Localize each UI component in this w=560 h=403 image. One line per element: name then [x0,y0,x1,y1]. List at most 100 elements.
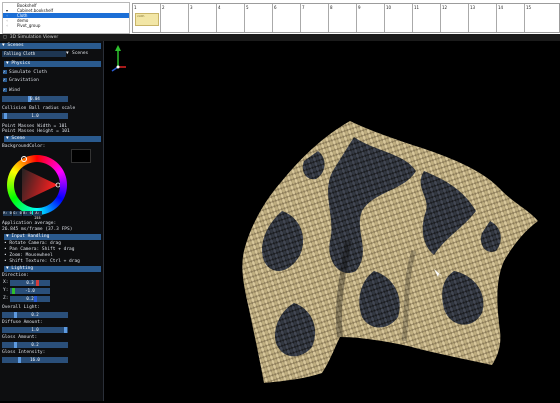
cloth-render[interactable] [104,41,560,401]
physics-header-label: Physics [11,61,31,66]
timeline-frame[interactable]: 6 [273,4,301,32]
scene-header[interactable]: ▼ Scene [4,136,101,142]
scene-select[interactable]: Falling Cloth [2,51,66,57]
fps-text: 26.845 ms/frame (37.3 FPS) [2,227,73,232]
timeline-frame[interactable]: 15 [525,4,558,32]
x-axis-label: X: [3,280,9,285]
scene-select-label: Scenes [72,51,89,56]
timeline-frame[interactable]: 13 [469,4,497,32]
frame-number: 13 [470,5,476,10]
bookshelf-bar: Bookshelf ▾ Cabinet.bookshelf ◦ Cloth ◦ dem… [0,0,560,35]
rgba-inputs: R: 0 G: 0 B: 0 A: 255 [3,211,67,220]
scene-select-arrow-icon[interactable]: ▼ [66,51,69,56]
wind-checkbox[interactable] [3,87,7,92]
background-color-label: BackgroundColor: [2,144,46,149]
gloss-intensity-slider[interactable]: 16.0 [2,357,68,363]
scene-header-label: Scene [11,136,25,141]
point-height-text: Point Masses Height = 101 [2,129,70,134]
outline-tree[interactable]: Bookshelf ▾ Cabinet.bookshelf ◦ Cloth ◦ dem… [2,2,130,34]
frame-number: 14 [498,5,504,10]
simulate-cloth-checkbox[interactable] [3,69,7,74]
timeline[interactable]: 1 cloth 2 3 4 5 6 7 8 9 10 11 12 13 14 1… [132,3,560,33]
simulate-cloth-label: Simulate Cloth [9,70,47,75]
timeline-frame[interactable]: 14 [497,4,525,32]
frame-number: 8 [330,5,333,10]
timeline-frame[interactable]: 2 [161,4,189,32]
direction-z-slider[interactable]: 0.2 [10,296,50,302]
frame-number: 10 [386,5,392,10]
timeline-frame[interactable]: 3 [189,4,217,32]
viewer-title: 3D Simulation Viewer [9,35,59,40]
collision-slider[interactable]: 1.0 [2,113,68,119]
wind-slider[interactable]: 0.04 [2,96,68,102]
collision-value: 1.0 [31,113,39,118]
input-hint: Shift Texture: Ctrl + drag [4,259,79,264]
visibility-icon[interactable]: ◦ [6,23,8,28]
direction-y-slider[interactable]: -1.0 [10,288,50,294]
alpha-input[interactable]: A: 255 [33,211,42,220]
timeline-frame[interactable]: 12 [441,4,469,32]
frame-number: 5 [246,5,249,10]
frame-number: 12 [442,5,448,10]
input-handling-header-label: Input Handling [11,234,50,239]
scenes-header-label: Scenes [7,43,24,48]
timeline-frame[interactable]: 7 [301,4,329,32]
z-axis-label: Z: [3,296,9,301]
physics-header[interactable]: ▼ Physics [4,61,101,67]
cloth-mesh[interactable] [242,121,538,383]
frame-number: 7 [302,5,305,10]
diffuse-value: 1.0 [31,327,39,332]
input-handling-header[interactable]: ▼ Input Handling [4,234,101,240]
frame-number: 6 [274,5,277,10]
timeline-frame[interactable]: 8 [329,4,357,32]
timeline-frame[interactable]: 4 [217,4,245,32]
frame-number: 15 [526,5,532,10]
y-axis-label: Y: [3,288,9,293]
hue-marker[interactable] [21,156,27,162]
green-input[interactable]: G: 0 [13,211,22,216]
wind-value: 0.04 [30,96,40,101]
collision-label: Collision Ball radius scale [2,106,76,111]
input-hint: Pan Camera: Shift + drag [4,247,74,252]
gloss-intensity-value: 16.0 [30,357,40,362]
thumbnail-label: cloth [137,14,145,18]
scene-select-value: Falling Cloth [4,51,36,56]
overall-light-slider[interactable]: 0.2 [2,312,68,318]
app-average-label: Application average: [2,221,57,226]
input-hint: Rotate Camera: drag [4,241,60,246]
frame-number: 3 [190,5,193,10]
timeline-frame[interactable]: 10 [385,4,413,32]
blue-input[interactable]: B: 0 [23,211,32,216]
timeline-frame[interactable]: 1 cloth [133,4,161,32]
transform-gizmo-icon[interactable] [108,43,128,73]
viewer-title-bar: ◻ 3D Simulation Viewer [0,34,560,41]
gravitation-checkbox[interactable] [3,77,7,82]
outline-row[interactable]: ◦ Pivot_group [3,23,129,28]
wind-label: Wind [9,88,20,93]
timeline-frame[interactable]: 5 [245,4,273,32]
viewer-icon: ◻ [3,35,7,40]
scenes-header[interactable]: ▼ Scenes [0,43,101,49]
lighting-header[interactable]: ▼ Lighting [4,266,101,272]
frame-thumbnail[interactable]: cloth [135,13,159,26]
timeline-frame[interactable]: 9 [357,4,385,32]
diffuse-slider[interactable]: 1.0 [2,327,68,333]
gloss-intensity-label: Gloss Intensity: [2,350,46,355]
gravitation-label: Gravitation [9,78,39,83]
frame-number: 11 [414,5,420,10]
outline-row-label: Pivot_group [17,23,41,28]
color-preview-swatch [71,149,91,163]
color-triangle[interactable] [14,162,61,208]
viewport-3d[interactable] [104,41,560,401]
overall-light-label: Overall Light: [2,305,40,310]
gloss-label: Gloss Amount: [2,335,38,340]
timeline-frame[interactable]: 11 [413,4,441,32]
red-input[interactable]: R: 0 [3,211,12,216]
overall-light-value: 0.2 [31,312,39,317]
direction-y-value: -1.0 [25,288,35,293]
gloss-slider[interactable]: 0.2 [2,342,68,348]
diffuse-label: Diffuse Amount: [2,320,43,325]
direction-x-slider[interactable]: 0.3 [10,280,50,286]
lighting-header-label: Lighting [11,266,34,271]
input-hint: Zoom: Mousewheel [4,253,52,258]
